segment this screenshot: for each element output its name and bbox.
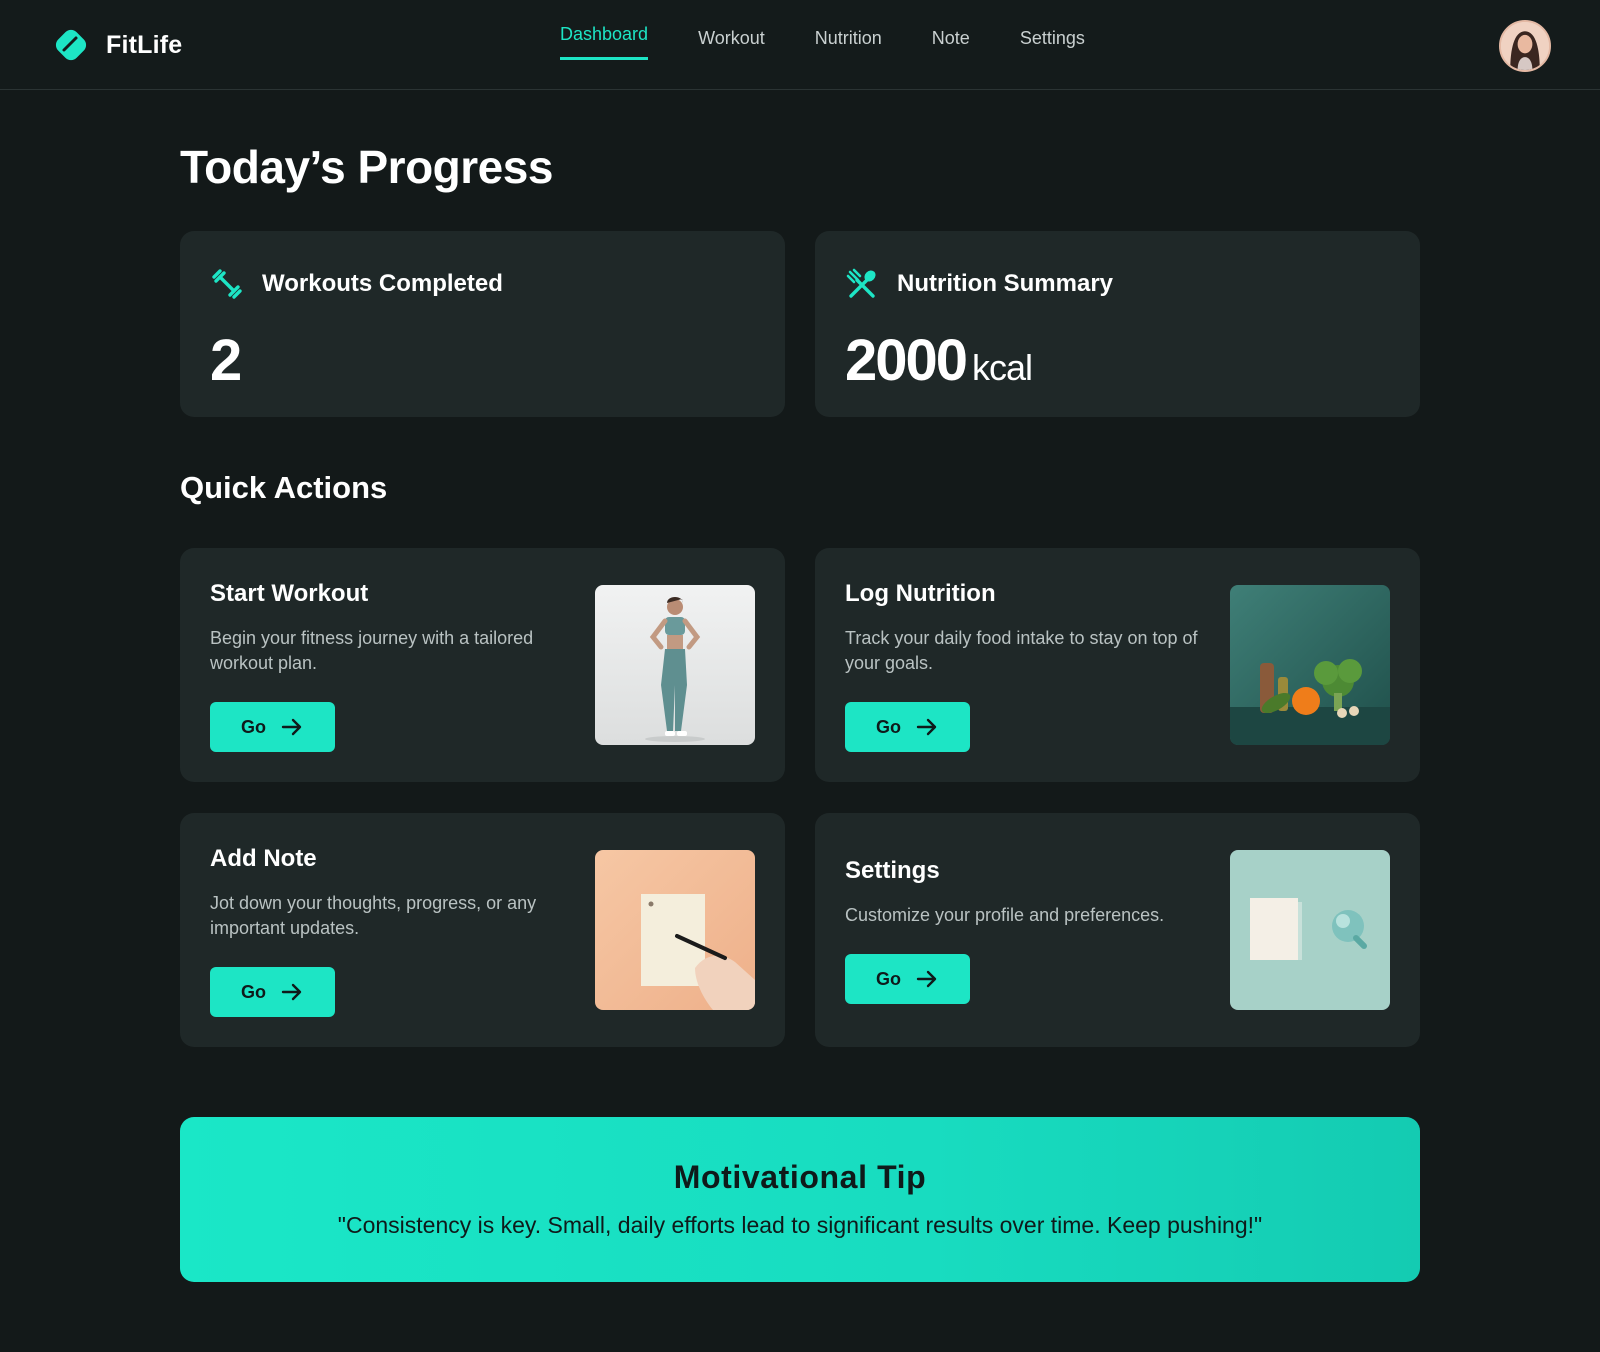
nutrition-summary-card: Nutrition Summary 2000 kcal: [815, 231, 1420, 417]
settings-go-button[interactable]: Go: [845, 954, 970, 1004]
nutrition-summary-value: 2000 kcal: [845, 327, 1033, 394]
add-note-card: Add Note Jot down your thoughts, progres…: [180, 813, 785, 1047]
start-workout-go-button[interactable]: Go: [210, 702, 335, 752]
log-nutrition-description: Track your daily food intake to stay on …: [845, 628, 1198, 673]
go-label: Go: [876, 968, 901, 989]
brand[interactable]: FitLife: [52, 26, 182, 64]
fitlife-logo-icon: [55, 29, 87, 61]
quick-actions-title: Quick Actions: [180, 470, 388, 505]
calories-value: 2000: [845, 328, 968, 393]
nutrition-summary-label: Nutrition Summary: [897, 270, 1114, 297]
arrow-right-icon: [281, 718, 302, 736]
nav-nutrition[interactable]: Nutrition: [815, 28, 882, 60]
motivational-tip-title: Motivational Tip: [673, 1159, 927, 1195]
add-note-title: Add Note: [210, 845, 317, 872]
motivational-tip-quote: "Consistency is key. Small, daily effort…: [337, 1212, 1263, 1238]
hand-writing-note-image: [595, 850, 755, 1010]
main-nav: Dashboard Workout Nutrition Note Setting…: [560, 24, 1135, 60]
workouts-completed-card: Workouts Completed 2: [180, 231, 785, 417]
arrow-right-icon: [916, 970, 937, 988]
fork-knife-icon: [846, 268, 876, 298]
add-note-go-button[interactable]: Go: [210, 967, 335, 1017]
settings-description: Customize your profile and preferences.: [845, 905, 1165, 925]
dumbbell-icon: [212, 269, 242, 299]
nav-workout[interactable]: Workout: [698, 28, 765, 60]
arrow-right-icon: [916, 718, 937, 736]
nav-dashboard[interactable]: Dashboard: [560, 24, 649, 60]
add-note-description: Jot down your thoughts, progress, or any…: [210, 893, 537, 938]
page-title: Today’s Progress: [180, 141, 553, 193]
vegetables-image: [1230, 585, 1390, 745]
brand-name: FitLife: [106, 30, 183, 59]
log-nutrition-go-button[interactable]: Go: [845, 702, 970, 752]
start-workout-title: Start Workout: [210, 580, 369, 607]
start-workout-description: Begin your fitness journey with a tailor…: [210, 628, 534, 673]
motivational-tip-banner: Motivational Tip "Consistency is key. Sm…: [180, 1117, 1420, 1282]
go-label: Go: [876, 716, 901, 737]
log-nutrition-card: Log Nutrition Track your daily food inta…: [815, 548, 1420, 782]
top-navbar: FitLife Dashboard Workout Nutrition Note…: [0, 0, 1600, 90]
settings-card: Settings Customize your profile and pref…: [815, 813, 1420, 1047]
nav-note[interactable]: Note: [932, 28, 970, 60]
settings-objects-image: [1230, 850, 1390, 1010]
user-avatar[interactable]: [1499, 20, 1551, 72]
user-portrait-image: [1501, 22, 1549, 70]
calories-unit: kcal: [972, 347, 1033, 388]
workouts-completed-label: Workouts Completed: [262, 270, 503, 297]
nav-settings[interactable]: Settings: [1020, 28, 1085, 60]
woman-athlete-image: [595, 585, 755, 745]
arrow-right-icon: [281, 983, 302, 1001]
log-nutrition-title: Log Nutrition: [845, 580, 996, 607]
go-label: Go: [241, 716, 266, 737]
workouts-completed-value: 2: [210, 328, 242, 393]
settings-title: Settings: [845, 857, 940, 884]
go-label: Go: [241, 981, 266, 1002]
start-workout-card: Start Workout Begin your fitness journey…: [180, 548, 785, 782]
